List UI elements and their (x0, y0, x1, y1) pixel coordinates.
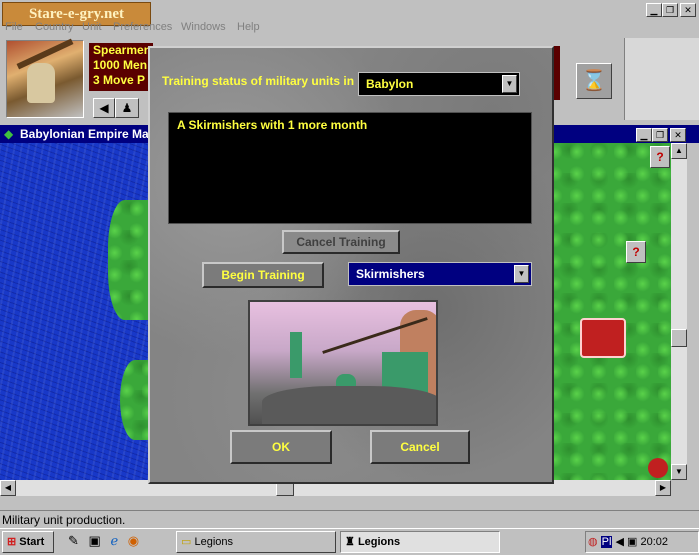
restore-button[interactable]: ❐ (662, 3, 678, 17)
scroll-down-arrow-icon[interactable]: ▼ (671, 464, 687, 480)
map-window-title: Babylonian Empire Map (20, 127, 157, 141)
menu-windows[interactable]: Windows (181, 21, 226, 33)
cancel-button[interactable]: Cancel (370, 430, 470, 464)
soldier-small-icon: ♟ (121, 101, 133, 115)
map-close-button[interactable]: ✕ (670, 128, 686, 142)
menu-file[interactable]: File (5, 21, 23, 33)
restore-icon: ❐ (665, 5, 675, 15)
arrow-left-icon: ◀ (99, 101, 109, 115)
unknown-unit-marker-2[interactable]: ? (626, 241, 646, 263)
training-status-label: Training status of military units in (162, 74, 355, 88)
unit-moves: 3 Move P (93, 73, 146, 87)
training-dialog: Training status of military units in Bab… (148, 46, 554, 484)
prev-unit-button[interactable]: ◀ (93, 98, 115, 118)
ok-button[interactable]: OK (230, 430, 332, 464)
main-title-bar: Stare-e-gry.net ▁ ❐ ✕ (0, 0, 699, 26)
city-select[interactable]: Babylon ▼ (358, 72, 520, 96)
explorer-icon[interactable]: ▣ (89, 533, 101, 548)
city-icon[interactable] (580, 318, 626, 358)
task-legions-game[interactable]: ♜ Legions (340, 531, 500, 553)
scroll-up-arrow-icon[interactable]: ▲ (671, 143, 687, 159)
minimize-icon: ▁ (640, 130, 648, 140)
close-button[interactable]: ✕ (680, 3, 696, 17)
map-land-left[interactable] (108, 200, 150, 320)
end-turn-button[interactable]: ⌛ (576, 63, 612, 99)
skirmisher-icon (290, 332, 302, 378)
map-minimize-button[interactable]: ▁ (636, 128, 652, 142)
minimize-icon: ▁ (650, 5, 658, 15)
clock: 20:02 (640, 536, 669, 548)
unit-info-panel: Spearmen 1000 Men 3 Move P (89, 43, 153, 91)
language-indicator[interactable]: Pl (600, 536, 613, 548)
minimize-button[interactable]: ▁ (646, 3, 662, 17)
begin-training-button[interactable]: Begin Training (202, 262, 324, 288)
training-status-list[interactable]: A Skirmishers with 1 more month (168, 112, 532, 224)
close-icon: ✕ (674, 130, 682, 140)
hourglass-icon: ⌛ (581, 70, 607, 92)
task-legions-folder[interactable]: ▭ Legions (176, 531, 336, 553)
status-text: Military unit production. (2, 513, 126, 527)
scroll-corner (671, 480, 699, 510)
unit-type-select[interactable]: Skirmishers ▼ (348, 262, 532, 286)
task-label: Legions (194, 536, 234, 548)
windows-logo-icon: ⊞ (7, 536, 17, 548)
folder-icon: ▭ (181, 536, 192, 548)
menu-help[interactable]: Help (237, 21, 260, 33)
vertical-scroll-thumb[interactable] (671, 329, 687, 347)
start-label: Start (19, 536, 45, 548)
list-item: A Skirmishers with 1 more month (177, 118, 368, 132)
scroll-left-arrow-icon[interactable]: ◀ (0, 480, 16, 496)
unit-type-select-value: Skirmishers (356, 267, 425, 281)
globe-icon: ◆ (4, 127, 14, 141)
soldier-icon (27, 63, 55, 103)
cancel-training-button[interactable]: Cancel Training (282, 230, 400, 254)
menu-country[interactable]: Country (35, 21, 74, 33)
map-restore-button[interactable]: ❐ (652, 128, 668, 142)
city-select-value: Babylon (366, 77, 414, 91)
volume-icon[interactable]: ◀ (616, 536, 624, 548)
scroll-right-arrow-icon[interactable]: ▶ (655, 480, 671, 496)
city-small-icon[interactable] (648, 458, 668, 478)
restore-icon: ❐ (655, 130, 665, 140)
menu-unit[interactable]: Unit (82, 21, 102, 33)
unit-figure-button[interactable]: ♟ (115, 98, 139, 118)
rocks-icon (262, 386, 436, 424)
unit-illustration (248, 300, 438, 426)
start-button[interactable]: ⊞ Start (2, 531, 54, 553)
unit-portrait (6, 38, 84, 118)
task-label: Legions (357, 536, 401, 548)
map-land-left-south[interactable] (120, 360, 150, 440)
unit-strength: 1000 Men (93, 58, 148, 72)
side-panel (624, 38, 699, 120)
media-player-icon[interactable]: ◉ (128, 533, 139, 548)
close-icon: ✕ (684, 5, 692, 15)
tray-app-icon[interactable]: ◍ (588, 536, 598, 548)
map-vertical-scrollbar[interactable]: ▲ ▼ (671, 143, 687, 480)
network-icon[interactable]: ▣ (627, 536, 637, 548)
chevron-down-icon[interactable]: ▼ (502, 75, 517, 93)
legions-app-icon: ♜ (345, 536, 355, 548)
unit-name: Spearmen (93, 43, 152, 57)
system-tray: ◍ Pl ◀ ▣ 20:02 (585, 531, 699, 553)
notepad-icon[interactable]: ✎ (68, 533, 79, 548)
map-land-right[interactable] (548, 143, 671, 480)
chevron-down-icon[interactable]: ▼ (514, 265, 529, 283)
quick-launch: ✎ ▣ ℯ ◉ (68, 532, 168, 550)
unknown-unit-marker[interactable]: ? (650, 146, 670, 168)
status-bar: Military unit production. (0, 510, 699, 529)
internet-explorer-icon[interactable]: ℯ (110, 533, 118, 548)
menu-preferences[interactable]: Preferences (113, 21, 172, 33)
